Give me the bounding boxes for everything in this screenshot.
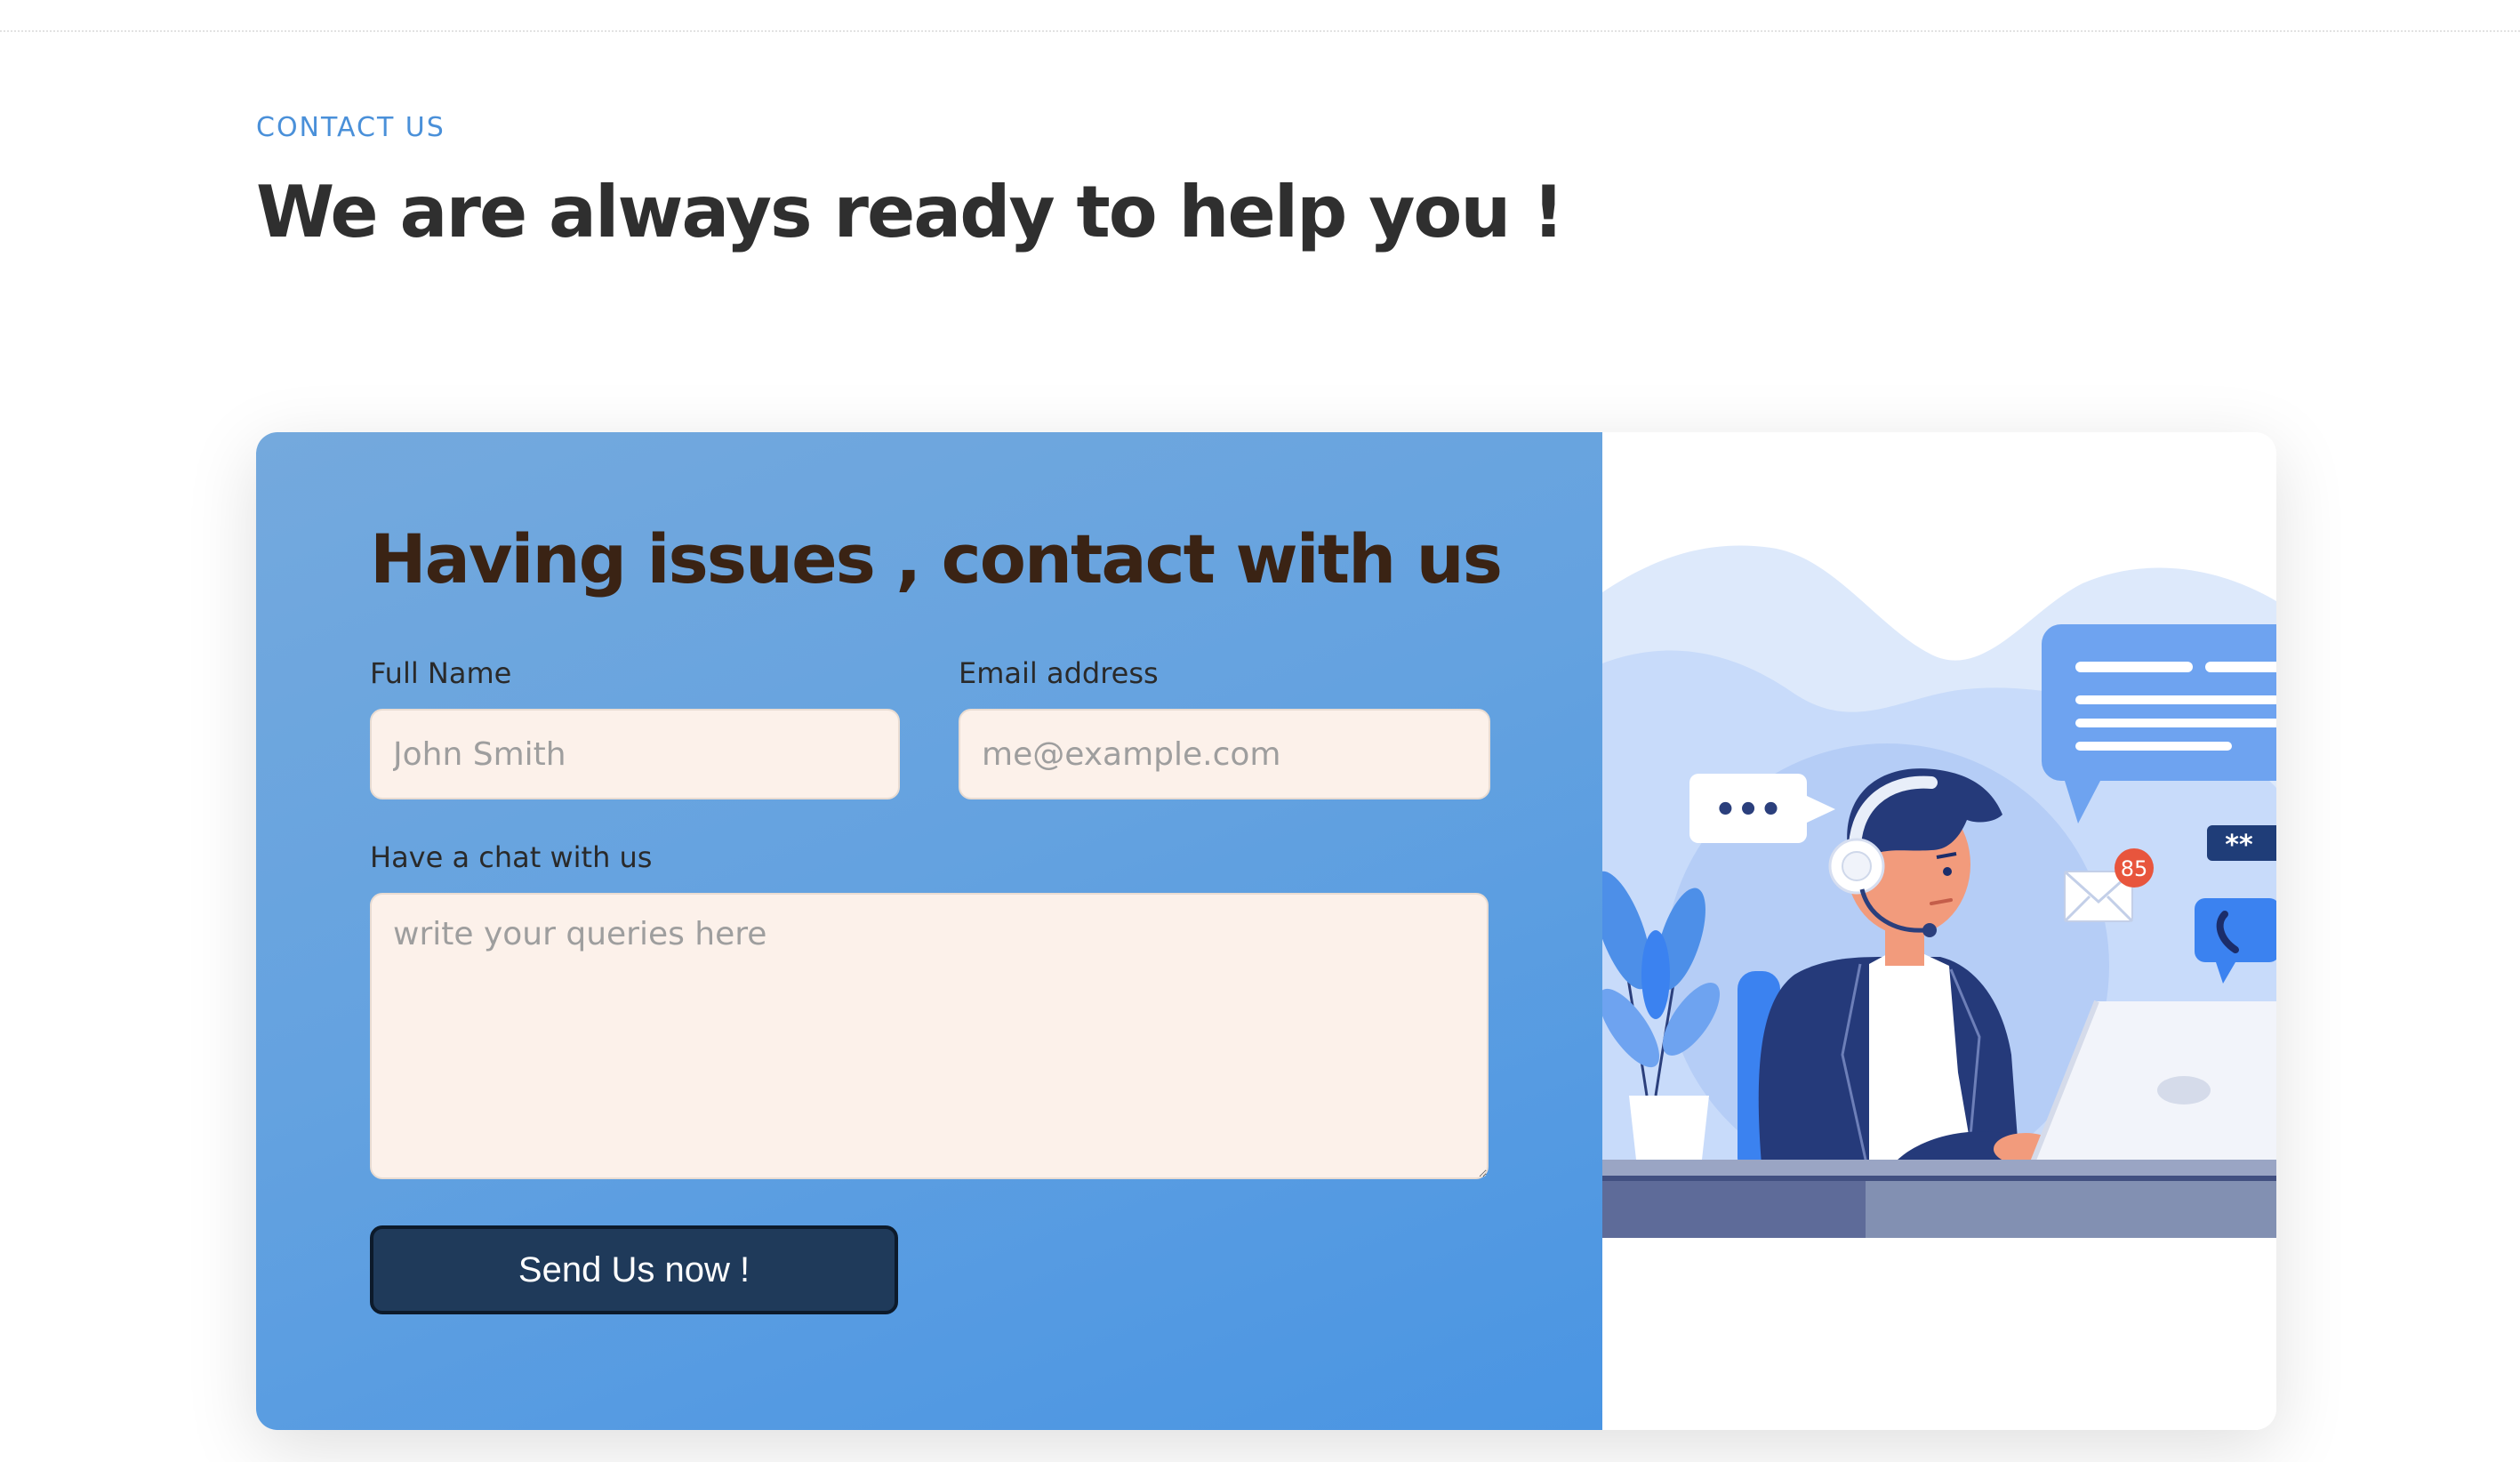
full-name-input[interactable]	[370, 709, 900, 799]
form-title: Having issues , contact with us	[370, 519, 1503, 598]
message-label: Have a chat with us	[370, 840, 653, 874]
message-textarea[interactable]	[370, 893, 1489, 1179]
desk-front-right	[1866, 1179, 2276, 1238]
section-eyebrow: CONTACT US	[256, 112, 445, 143]
email-label: Email address	[959, 656, 1159, 690]
send-button[interactable]: Send Us now !	[370, 1225, 898, 1314]
section-title: We are always ready to help you !	[256, 171, 1565, 253]
full-name-label: Full Name	[370, 656, 512, 690]
email-input[interactable]	[959, 709, 1490, 799]
contact-page: CONTACT US We are always ready to help y…	[0, 0, 2520, 1462]
support-agent-illustration: ••• ** 85	[1602, 545, 2276, 1238]
chat-bubble-dots: •••	[1714, 790, 1783, 831]
desk-front-left	[1602, 1179, 1866, 1238]
password-badge-text: **	[2225, 830, 2253, 861]
top-divider	[0, 30, 2520, 32]
contact-card: Having issues , contact with us Full Nam…	[256, 432, 2276, 1430]
mail-badge-count: 85	[2121, 856, 2148, 881]
contact-form: Having issues , contact with us Full Nam…	[256, 432, 1602, 1430]
support-illustration: ••• ** 85	[1602, 432, 2276, 1430]
